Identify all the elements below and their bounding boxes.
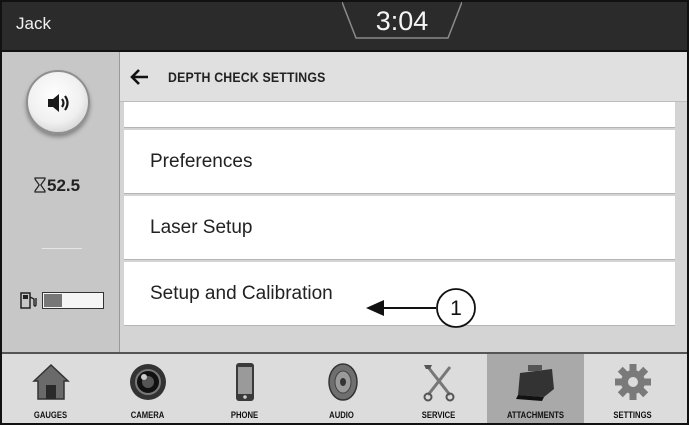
tab-audio[interactable]: AUDIO: [293, 354, 390, 423]
menu-item-laser-setup[interactable]: Laser Setup: [124, 196, 675, 260]
bucket-icon: [516, 365, 554, 401]
volume-button[interactable]: [26, 70, 90, 134]
camera-icon: [130, 364, 166, 400]
tab-label: AUDIO: [329, 410, 354, 420]
menu-item-label: Laser Setup: [150, 217, 253, 238]
fuel-pump-icon: [20, 292, 37, 309]
back-arrow-icon[interactable]: [128, 65, 152, 89]
settings-header: DEPTH CHECK SETTINGS: [120, 52, 687, 102]
hourglass-icon: [34, 177, 46, 193]
tab-service[interactable]: SERVICE: [390, 354, 487, 423]
user-name[interactable]: Jack: [16, 14, 51, 34]
page-title: DEPTH CHECK SETTINGS: [168, 69, 326, 85]
top-status-bar: Jack 3:04: [2, 2, 687, 52]
tab-label: ATTACHMENTS: [506, 410, 565, 420]
menu-item-label: Setup and Calibration: [150, 283, 333, 304]
tab-attachments[interactable]: ATTACHMENTS: [487, 354, 584, 423]
menu-item-preferences[interactable]: Preferences: [124, 130, 675, 194]
tab-settings[interactable]: SETTINGS: [584, 354, 681, 423]
tab-label: CAMERA: [130, 410, 165, 420]
tab-label: GAUGES: [33, 410, 68, 420]
callout-number: 1: [450, 297, 462, 320]
phone-icon: [236, 363, 254, 401]
callout-annotation: 1: [366, 288, 476, 328]
house-icon: [32, 363, 70, 400]
left-status-panel: 52.5: [2, 52, 120, 352]
list-item-partial[interactable]: [124, 102, 675, 128]
display-screen: Jack 3:04 52.5 DEPTH CHECK SETTINGS Pref…: [0, 0, 689, 425]
tab-label: PHONE: [230, 410, 259, 420]
fuel-gauge: [42, 292, 104, 309]
panel-divider: [42, 248, 82, 249]
tab-gauges[interactable]: GAUGES: [2, 354, 99, 423]
engine-hours-value: 52.5: [47, 176, 81, 195]
wrench-icon: [423, 365, 455, 402]
tab-label: SETTINGS: [613, 410, 652, 420]
speaker-volume-icon: [48, 94, 69, 112]
menu-item-label: Preferences: [150, 151, 253, 172]
tab-phone[interactable]: PHONE: [196, 354, 293, 423]
clock: 3:04: [375, 6, 429, 36]
tab-camera[interactable]: CAMERA: [99, 354, 196, 423]
speaker-icon: [328, 363, 358, 401]
fuel-gauge-fill: [44, 294, 62, 307]
tab-label: SERVICE: [421, 410, 456, 420]
bottom-nav-bar: GAUGES CAMERA PHONE AUDIO SERVICE ATTACH…: [2, 352, 687, 423]
gear-icon: [615, 364, 651, 400]
